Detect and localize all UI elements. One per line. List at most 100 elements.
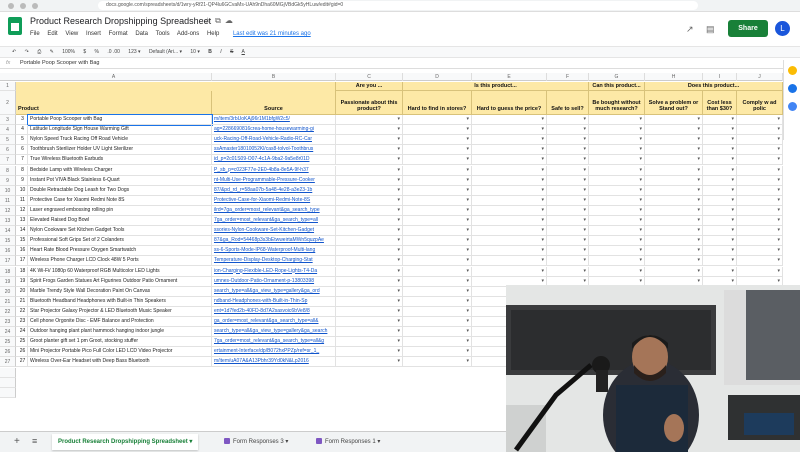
doc-title[interactable]: Product Research Dropshipping Spreadshee… <box>30 16 211 26</box>
dropdown-cell-k[interactable] <box>737 175 783 186</box>
row-number[interactable]: 8 <box>0 165 16 176</box>
dropdown-cell-f[interactable] <box>472 145 547 156</box>
product-cell[interactable]: Mini Projector Portable Pico Full Color … <box>28 347 212 358</box>
row-number[interactable]: 26 <box>0 347 16 358</box>
product-cell[interactable]: Toothbrush Sterilizer Holder UV Light St… <box>28 145 212 156</box>
index-cell[interactable]: 14 <box>16 226 28 237</box>
tab-form-responses-3[interactable]: Form Responses 3 ▾ <box>218 434 294 450</box>
index-cell[interactable]: 9 <box>16 175 28 186</box>
menu-format[interactable]: Format <box>109 31 128 37</box>
dropdown-cell-g[interactable] <box>547 195 589 206</box>
product-cell[interactable]: Nylon Cookware Set Kitchen Gadget Tools <box>28 226 212 237</box>
dropdown-cell-g[interactable] <box>547 236 589 247</box>
dropdown-cell-h[interactable] <box>589 155 645 166</box>
row-number[interactable]: 9 <box>0 175 16 186</box>
row-number[interactable]: 18 <box>0 266 16 277</box>
dropdown-cell-h[interactable] <box>589 115 645 126</box>
dropdown-cell-k[interactable] <box>737 145 783 156</box>
menu-insert[interactable]: Insert <box>86 31 101 37</box>
dropdown-cell-e[interactable] <box>403 357 472 368</box>
dropdown-cell-i[interactable] <box>645 115 703 126</box>
dropdown-cell-e[interactable] <box>403 296 472 307</box>
dropdown-cell-e[interactable] <box>403 236 472 247</box>
source-link-cell[interactable]: ertainment-Interface/dp/B072hxPPZp/ref=s… <box>212 347 336 358</box>
index-cell[interactable]: 17 <box>16 256 28 267</box>
dropdown-cell-k[interactable] <box>737 216 783 227</box>
index-cell[interactable]: 20 <box>16 286 28 297</box>
row-number[interactable] <box>0 377 16 388</box>
dropdown-cell-f[interactable] <box>472 125 547 136</box>
dropdown-cell-d[interactable] <box>336 226 403 237</box>
calendar-icon[interactable] <box>788 102 797 111</box>
dropdown-cell-d[interactable] <box>336 155 403 166</box>
dropdown-cell-d[interactable] <box>336 115 403 126</box>
source-link-cell[interactable]: umnes-Outdoor-Patio-Ornament-p-13803398 <box>212 276 336 287</box>
dropdown-cell-k[interactable] <box>737 185 783 196</box>
product-cell[interactable]: Elevated Raised Dog Bowl <box>28 216 212 227</box>
text-color-button[interactable]: A <box>242 49 245 55</box>
row-number[interactable]: 21 <box>0 296 16 307</box>
product-cell[interactable]: Instant Pot VIVA Black Stainless 6-Quart <box>28 175 212 186</box>
index-cell[interactable]: 6 <box>16 145 28 156</box>
dropdown-cell-h[interactable] <box>589 185 645 196</box>
column-header-g[interactable]: Safe to sell? <box>547 91 589 115</box>
dropdown-cell-h[interactable] <box>589 195 645 206</box>
percent-button[interactable]: % <box>95 49 99 55</box>
formula-input[interactable]: Portable Poop Scooper with Bag <box>20 58 100 69</box>
sheets-logo-icon[interactable] <box>8 17 22 35</box>
index-cell[interactable]: 11 <box>16 195 28 206</box>
undo-icon[interactable]: ↶ <box>12 49 16 55</box>
reload-icon[interactable] <box>32 3 38 9</box>
dropdown-cell-i[interactable] <box>645 175 703 186</box>
dropdown-cell-f[interactable] <box>472 226 547 237</box>
dropdown-cell-f[interactable] <box>472 205 547 216</box>
product-cell[interactable]: Protective Case for Xiaomi Redmi Note 8S <box>28 195 212 206</box>
row-number[interactable]: 20 <box>0 286 16 297</box>
column-letter[interactable]: B <box>212 73 336 81</box>
dropdown-cell-k[interactable] <box>737 266 783 277</box>
index-cell[interactable]: 18 <box>16 266 28 277</box>
group-header[interactable]: Are you ... <box>336 82 403 91</box>
row-number[interactable]: 22 <box>0 306 16 317</box>
source-link-cell[interactable]: 87&ga_Rod=54468p3s3bEtwweirtaMWn5quzpAe <box>212 236 336 247</box>
dropdown-cell-j[interactable] <box>703 125 737 136</box>
dropdown-cell-d[interactable] <box>336 347 403 358</box>
dropdown-cell-d[interactable] <box>336 125 403 136</box>
keep-icon[interactable] <box>788 66 797 75</box>
tab-product-research[interactable]: Product Research Dropshipping Spreadshee… <box>52 434 199 450</box>
dropdown-cell-j[interactable] <box>703 195 737 206</box>
dropdown-cell-j[interactable] <box>703 205 737 216</box>
dropdown-cell-e[interactable] <box>403 327 472 338</box>
menu-file[interactable]: File <box>30 31 40 37</box>
add-sheet-icon[interactable]: + <box>14 436 20 447</box>
menu-edit[interactable]: Edit <box>47 31 57 37</box>
index-cell[interactable]: 24 <box>16 327 28 338</box>
source-link-cell[interactable]: 7ga_order=most_relevant&ga_search_type=a… <box>212 337 336 348</box>
dropdown-cell-h[interactable] <box>589 236 645 247</box>
column-letter[interactable]: C <box>336 73 403 81</box>
index-cell[interactable]: 21 <box>16 296 28 307</box>
column-letter[interactable]: A <box>16 73 212 81</box>
column-letter[interactable]: J <box>737 73 783 81</box>
product-cell[interactable]: Bedside Lamp with Wireless Charger <box>28 165 212 176</box>
index-cell[interactable]: 16 <box>16 246 28 257</box>
dropdown-cell-k[interactable] <box>737 205 783 216</box>
dropdown-cell-j[interactable] <box>703 175 737 186</box>
product-cell[interactable]: 4K Wi-Fi/ 1080p 60 Waterproof RGB Multic… <box>28 266 212 277</box>
dropdown-cell-j[interactable] <box>703 236 737 247</box>
dropdown-cell-g[interactable] <box>547 145 589 156</box>
dropdown-cell-d[interactable] <box>336 185 403 196</box>
index-cell[interactable]: 12 <box>16 205 28 216</box>
zoom-select[interactable]: 100% <box>62 49 75 55</box>
column-letter[interactable]: E <box>472 73 547 81</box>
dropdown-cell-i[interactable] <box>645 145 703 156</box>
index-cell[interactable]: 23 <box>16 317 28 328</box>
dropdown-cell-k[interactable] <box>737 115 783 126</box>
row-number[interactable]: 4 <box>0 125 16 136</box>
currency-button[interactable]: $ <box>83 49 86 55</box>
index-cell[interactable]: 15 <box>16 236 28 247</box>
product-cell[interactable]: Double Retractable Dog Leash for Two Dog… <box>28 185 212 196</box>
source-link-cell[interactable]: ndband-Headphones-with-Built-in-Thin-Sp <box>212 296 336 307</box>
dropdown-cell-f[interactable] <box>472 155 547 166</box>
dropdown-cell-d[interactable] <box>336 357 403 368</box>
